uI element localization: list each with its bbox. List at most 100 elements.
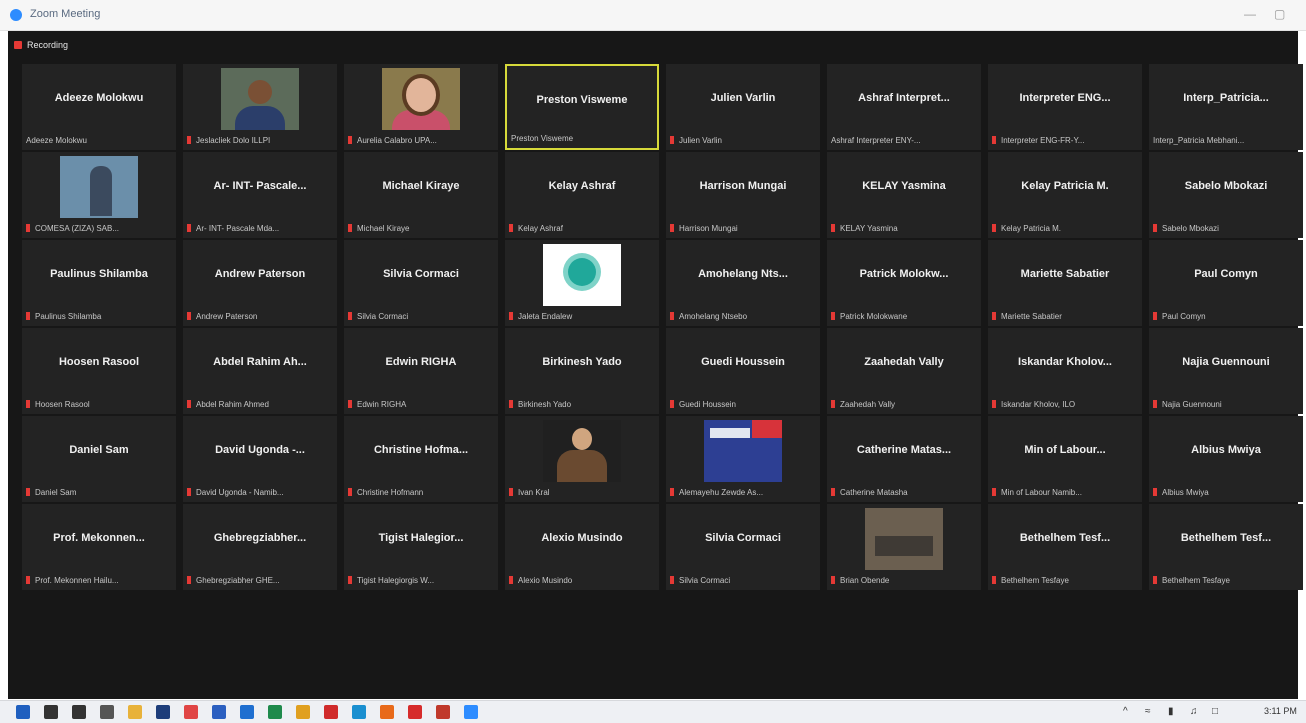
muted-mic-icon bbox=[187, 224, 191, 232]
windows-icon[interactable] bbox=[16, 705, 30, 719]
app-icon[interactable] bbox=[156, 705, 170, 719]
participant-tile[interactable]: Zaahedah Vally Zaahedah Vally bbox=[827, 328, 981, 414]
participant-tile[interactable]: Hoosen Rasool Hoosen Rasool bbox=[22, 328, 176, 414]
participant-label: Hoosen Rasool bbox=[26, 400, 172, 409]
participant-label-text: David Ugonda - Namib... bbox=[196, 488, 284, 497]
participant-tile[interactable]: Silvia Cormaci Silvia Cormaci bbox=[666, 504, 820, 590]
app-icon[interactable] bbox=[352, 705, 366, 719]
participant-tile[interactable]: Christine Hofma... Christine Hofmann bbox=[344, 416, 498, 502]
participant-tile[interactable]: Andrew Paterson Andrew Paterson bbox=[183, 240, 337, 326]
battery-icon[interactable]: ▮ bbox=[1168, 706, 1174, 717]
app-icon[interactable] bbox=[436, 705, 450, 719]
tray-up-icon[interactable]: ^ bbox=[1123, 706, 1128, 717]
excel-icon[interactable] bbox=[268, 705, 282, 719]
participant-tile[interactable]: KELAY Yasmina KELAY Yasmina bbox=[827, 152, 981, 238]
participant-tile[interactable]: Iskandar Kholov... Iskandar Kholov, ILO bbox=[988, 328, 1142, 414]
clock[interactable]: 3:11 PM bbox=[1264, 706, 1297, 716]
participant-label: Guedi Houssein bbox=[670, 400, 816, 409]
volume-icon[interactable]: ♫ bbox=[1190, 706, 1198, 717]
participant-tile[interactable]: Amohelang Nts... Amohelang Ntsebo bbox=[666, 240, 820, 326]
participant-label: Paulinus Shilamba bbox=[26, 312, 172, 321]
participant-tile[interactable]: Kelay Patricia M. Kelay Patricia M. bbox=[988, 152, 1142, 238]
participant-label-text: Edwin RIGHA bbox=[357, 400, 407, 409]
participant-label-text: Silvia Cormaci bbox=[679, 576, 731, 585]
zoom-icon[interactable] bbox=[464, 705, 478, 719]
participant-tile[interactable]: Tigist Halegior... Tigist Halegiorgis W..… bbox=[344, 504, 498, 590]
participant-tile[interactable]: Aurelia Calabro UPA... bbox=[344, 64, 498, 150]
outlook-icon[interactable] bbox=[240, 705, 254, 719]
app-icon[interactable] bbox=[324, 705, 338, 719]
participant-tile[interactable]: Abdel Rahim Ah... Abdel Rahim Ahmed bbox=[183, 328, 337, 414]
participant-name: Albius Mwiya bbox=[1191, 444, 1261, 456]
recording-label: Recording bbox=[27, 40, 69, 50]
participant-tile[interactable]: Guedi Houssein Guedi Houssein bbox=[666, 328, 820, 414]
participant-tile[interactable]: Alemayehu Zewde As... bbox=[666, 416, 820, 502]
participant-tile[interactable]: Silvia Cormaci Silvia Cormaci bbox=[344, 240, 498, 326]
search-icon[interactable] bbox=[44, 705, 58, 719]
participant-tile[interactable]: Interpreter ENG... Interpreter ENG-FR-Y..… bbox=[988, 64, 1142, 150]
participant-tile[interactable]: Patrick Molokw... Patrick Molokwane bbox=[827, 240, 981, 326]
participant-tile[interactable]: Mariette Sabatier Mariette Sabatier bbox=[988, 240, 1142, 326]
participant-video bbox=[543, 420, 621, 482]
participant-tile[interactable]: Ivan Kral bbox=[505, 416, 659, 502]
muted-mic-icon bbox=[670, 576, 674, 584]
participant-tile[interactable]: Kelay Ashraf Kelay Ashraf bbox=[505, 152, 659, 238]
task-manager-icon[interactable] bbox=[100, 705, 114, 719]
participant-tile[interactable]: Paulinus Shilamba Paulinus Shilamba bbox=[22, 240, 176, 326]
participant-tile[interactable]: Jaleta Endalew bbox=[505, 240, 659, 326]
participant-label-text: Najia Guennouni bbox=[1162, 400, 1222, 409]
participant-tile[interactable]: Brian Obende bbox=[827, 504, 981, 590]
recording-indicator[interactable]: Recording bbox=[14, 40, 68, 50]
participant-label-text: Kelay Ashraf bbox=[518, 224, 563, 233]
participant-name: Tigist Halegior... bbox=[378, 532, 464, 544]
maximize-icon[interactable]: ▢ bbox=[1274, 7, 1285, 21]
participant-tile[interactable]: Ar- INT- Pascale... Ar- INT- Pascale Mda.… bbox=[183, 152, 337, 238]
participant-tile[interactable]: Najia Guennouni Najia Guennouni bbox=[1149, 328, 1303, 414]
muted-mic-icon bbox=[1153, 488, 1157, 496]
app-icon[interactable] bbox=[212, 705, 226, 719]
minimize-icon[interactable]: — bbox=[1244, 7, 1256, 21]
record-icon bbox=[14, 41, 22, 49]
participant-tile[interactable]: Sabelo Mbokazi Sabelo Mbokazi bbox=[1149, 152, 1303, 238]
participant-tile[interactable]: Adeeze Molokwu Adeeze Molokwu bbox=[22, 64, 176, 150]
muted-mic-icon bbox=[348, 312, 352, 320]
app-icon[interactable] bbox=[380, 705, 394, 719]
file-explorer-icon[interactable] bbox=[128, 705, 142, 719]
participant-tile[interactable]: Edwin RIGHA Edwin RIGHA bbox=[344, 328, 498, 414]
participant-video bbox=[60, 156, 138, 218]
participant-tile[interactable]: Prof. Mekonnen... Prof. Mekonnen Hailu... bbox=[22, 504, 176, 590]
participant-tile[interactable]: Interp_Patricia... Interp_Patricia Mebhan… bbox=[1149, 64, 1303, 150]
participant-tile[interactable]: Paul Comyn Paul Comyn bbox=[1149, 240, 1303, 326]
task-view-icon[interactable] bbox=[72, 705, 86, 719]
participant-tile[interactable]: Julien Varlin Julien Varlin bbox=[666, 64, 820, 150]
participant-tile[interactable]: Jeslacliek Dolo ILLPI bbox=[183, 64, 337, 150]
notification-icon[interactable]: □ bbox=[1212, 706, 1218, 717]
participant-tile[interactable]: Daniel Sam Daniel Sam bbox=[22, 416, 176, 502]
participant-tile[interactable]: Bethelhem Tesf... Bethelhem Tesfaye bbox=[1149, 504, 1303, 590]
chrome-icon[interactable] bbox=[296, 705, 310, 719]
participant-label-text: Zaahedah Vally bbox=[840, 400, 895, 409]
acrobat-icon[interactable] bbox=[408, 705, 422, 719]
participant-tile[interactable]: Catherine Matas... Catherine Matasha bbox=[827, 416, 981, 502]
participant-label: Tigist Halegiorgis W... bbox=[348, 576, 494, 585]
participant-tile[interactable]: COMESA (ZIZA) SAB... bbox=[22, 152, 176, 238]
muted-mic-icon bbox=[831, 312, 835, 320]
participant-tile[interactable]: Ghebregziabher... Ghebregziabher GHE... bbox=[183, 504, 337, 590]
participant-tile[interactable]: Birkinesh Yado Birkinesh Yado bbox=[505, 328, 659, 414]
participant-tile[interactable]: David Ugonda -... David Ugonda - Namib... bbox=[183, 416, 337, 502]
participant-tile[interactable]: Michael Kiraye Michael Kiraye bbox=[344, 152, 498, 238]
participant-name: Abdel Rahim Ah... bbox=[213, 356, 307, 368]
participant-label: Zaahedah Vally bbox=[831, 400, 977, 409]
participant-tile[interactable]: Preston Visweme Preston Visweme bbox=[505, 64, 659, 150]
app-icon[interactable] bbox=[184, 705, 198, 719]
participant-tile[interactable]: Harrison Mungai Harrison Mungai bbox=[666, 152, 820, 238]
participant-tile[interactable]: Albius Mwiya Albius Mwiya bbox=[1149, 416, 1303, 502]
wifi-icon[interactable]: ≈ bbox=[1145, 706, 1151, 717]
participant-label-text: Christine Hofmann bbox=[357, 488, 424, 497]
participant-tile[interactable]: Alexio Musindo Alexio Musindo bbox=[505, 504, 659, 590]
participant-tile[interactable]: Min of Labour... Min of Labour Namib... bbox=[988, 416, 1142, 502]
participant-label: Ghebregziabher GHE... bbox=[187, 576, 333, 585]
participant-label: Julien Varlin bbox=[670, 136, 816, 145]
participant-tile[interactable]: Bethelhem Tesf... Bethelhem Tesfaye bbox=[988, 504, 1142, 590]
participant-tile[interactable]: Ashraf Interpret... Ashraf Interpreter EN… bbox=[827, 64, 981, 150]
